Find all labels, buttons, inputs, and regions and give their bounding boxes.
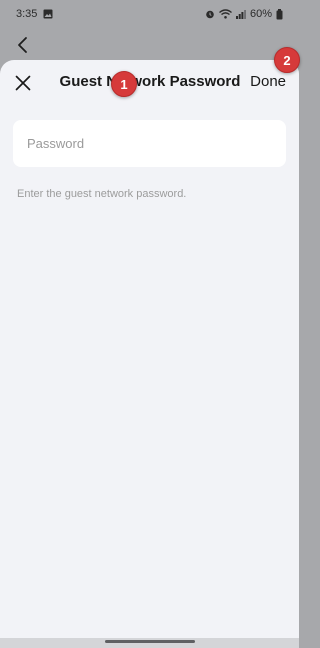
status-right: 60%: [205, 8, 283, 20]
chevron-left-icon[interactable]: [12, 34, 34, 56]
battery-percent: 60%: [249, 8, 272, 20]
sheet-header: Guest Network Password Done: [0, 60, 299, 106]
password-input[interactable]: [27, 136, 286, 151]
helper-text: Enter the guest network password.: [17, 188, 187, 200]
alarm-icon: [205, 9, 215, 19]
gallery-icon: [43, 9, 53, 19]
password-sheet: Guest Network Password Done Enter the gu…: [0, 60, 299, 638]
close-button[interactable]: [10, 70, 36, 96]
status-bar: 3:35 60%: [0, 0, 299, 28]
battery-icon: [276, 8, 283, 20]
page-title: Guest Network Password: [59, 73, 241, 90]
signal-icon: [235, 9, 246, 19]
wifi-icon: [219, 9, 232, 19]
annotation-badge-2: 2: [274, 47, 300, 73]
status-left: 3:35: [16, 8, 53, 20]
done-button[interactable]: Done: [250, 73, 286, 90]
status-time: 3:35: [16, 8, 38, 20]
annotation-badge-1: 1: [111, 71, 137, 97]
password-field[interactable]: [13, 120, 286, 167]
gesture-handle[interactable]: [105, 640, 195, 643]
background-app-bar: [0, 28, 299, 62]
close-icon: [15, 75, 31, 91]
